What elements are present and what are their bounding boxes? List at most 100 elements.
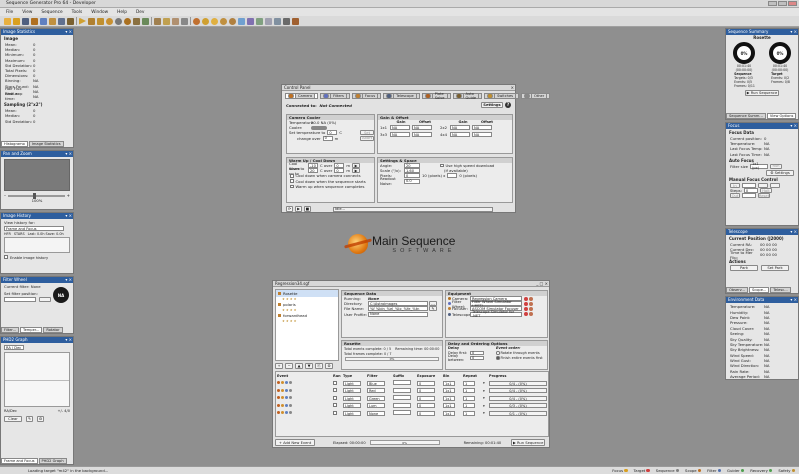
event-repeat-input[interactable]: 1 [463, 395, 475, 401]
menu-sequence[interactable]: Sequence [41, 10, 62, 15]
add-event-button[interactable]: + Add New Event [275, 439, 315, 446]
focus-filter-select[interactable]: 1x1 (px) [749, 162, 768, 170]
focuser-connect-icon[interactable] [524, 306, 528, 311]
event-row[interactable]: Light Red 0 1x1 1 ▾ 0/4 - (0%) [276, 387, 548, 395]
network-icon[interactable] [274, 17, 281, 25]
readout-input[interactable]: 0.0 [404, 178, 420, 184]
close-icon[interactable]: ▾ × [790, 123, 797, 129]
status-item[interactable]: Guider [727, 468, 745, 473]
close-icon[interactable]: ▾ × [790, 297, 797, 303]
event-type-select[interactable]: Light [343, 395, 361, 401]
event-icon[interactable] [285, 388, 288, 392]
cool-connect-checkbox[interactable] [290, 174, 294, 178]
event-icon[interactable] [281, 411, 284, 415]
event-icon[interactable] [277, 403, 280, 407]
event-menu-icon[interactable]: ▾ [483, 381, 485, 385]
pixels-y-input[interactable] [447, 173, 458, 179]
event-icon[interactable] [281, 381, 284, 385]
status-item[interactable]: Target [634, 468, 650, 473]
event-type-select[interactable]: Light [343, 403, 361, 409]
telescope-select[interactable]: Telescope Simulator for .NET [470, 310, 522, 318]
copy-target-button[interactable]: ⎘ [315, 363, 323, 369]
camera-settings-button[interactable]: Settings [481, 102, 503, 108]
tab-other[interactable]: Other [521, 93, 551, 99]
ring-icon[interactable] [229, 17, 236, 25]
moon-icon[interactable] [220, 17, 227, 25]
run-sequence-button[interactable]: ▶ Run Sequence [511, 439, 546, 446]
help-icon[interactable] [292, 17, 299, 25]
close-icon[interactable]: ▾ × [65, 277, 72, 283]
offset-select[interactable]: NA [472, 125, 492, 130]
camera-icon[interactable] [31, 17, 38, 25]
focus-reset-button[interactable]: Reset [758, 193, 770, 199]
event-menu-icon[interactable]: ▾ [483, 396, 485, 400]
frame-icon[interactable] [88, 17, 95, 25]
event-icon[interactable] [289, 381, 292, 385]
park-button[interactable]: Park [730, 264, 758, 271]
guide-icon[interactable] [67, 17, 74, 25]
delay-first-input[interactable]: 0 [470, 350, 484, 356]
event-icon[interactable] [277, 396, 280, 400]
add-target-button[interactable]: + [275, 363, 283, 369]
pencil-icon[interactable] [163, 17, 170, 25]
event-icon[interactable] [277, 381, 280, 385]
focus-out-input[interactable] [742, 193, 756, 199]
cloud-icon[interactable] [265, 17, 272, 25]
histogram-icon[interactable] [247, 17, 254, 25]
event-exposure-input[interactable]: 0 [417, 388, 435, 394]
cooler-toggle[interactable] [311, 125, 327, 130]
tab-switches[interactable]: Switches [484, 93, 520, 99]
event-repeat-input[interactable]: 1 [463, 388, 475, 394]
focus-icon[interactable] [49, 17, 56, 25]
event-row[interactable]: Light Green 0 1x1 1 ▾ 0/4 - (0%) [276, 395, 548, 403]
filter-settings-icon[interactable] [529, 301, 533, 306]
tab-image-statistics[interactable]: Image Statistics [28, 141, 64, 147]
set-park-button[interactable]: Set Park [761, 264, 789, 271]
gain-select[interactable]: NA [390, 125, 410, 130]
close-button[interactable] [788, 1, 797, 6]
play-icon[interactable] [79, 17, 86, 25]
zoom-slider[interactable] [8, 192, 65, 199]
zoom-in-icon[interactable]: + [67, 193, 70, 198]
wand-icon[interactable] [154, 17, 161, 25]
status-item[interactable]: Recovery [750, 468, 773, 473]
menu-help[interactable]: Help [117, 10, 127, 15]
table-icon[interactable] [256, 17, 263, 25]
tab-histogram[interactable]: Histogramo [1, 141, 28, 147]
event-repeat-input[interactable]: 1 [463, 403, 475, 409]
open-icon[interactable] [13, 17, 20, 25]
image-icon[interactable] [142, 17, 149, 25]
event-suffix-input[interactable] [393, 402, 411, 408]
tab-scope[interactable]: Scope... [748, 287, 770, 293]
abort-icon[interactable] [124, 17, 131, 25]
menu-file[interactable]: File [6, 10, 13, 15]
rotate-radio[interactable] [496, 351, 500, 355]
run-checkbox[interactable] [333, 403, 337, 408]
run-checkbox[interactable] [333, 388, 337, 393]
cool-sequence-checkbox[interactable] [290, 179, 294, 183]
phd2-settings-icon[interactable]: ⚙ [37, 416, 44, 422]
zoom-out-icon[interactable]: – [4, 193, 6, 198]
tab-filters[interactable]: Filters [320, 93, 350, 99]
tree-item[interactable]: forwardhead [276, 312, 338, 319]
event-repeat-input[interactable]: 1 [463, 380, 475, 386]
plug-icon[interactable] [283, 17, 290, 25]
event-icon[interactable] [277, 411, 280, 415]
filter-connect-icon[interactable] [524, 301, 528, 306]
camera-settings-icon[interactable] [529, 296, 533, 301]
refresh-button[interactable]: ⟳ [286, 206, 293, 212]
tab-telescope[interactable]: Telescope [383, 93, 420, 99]
event-bin-select[interactable]: 1x1 [443, 380, 455, 386]
event-icon[interactable] [281, 403, 284, 407]
tab-rotator[interactable]: Rotator [43, 327, 63, 333]
move-down-button[interactable]: ▼ [305, 363, 313, 369]
tab-auto-guide[interactable]: Auto Guide [452, 92, 483, 100]
menu-window[interactable]: Window [91, 10, 108, 15]
phd2-mode-select[interactable]: RA \ Dec [4, 345, 24, 350]
close-icon[interactable]: ▾ × [790, 29, 797, 35]
menu-tools[interactable]: Tools [72, 10, 83, 15]
event-icon[interactable] [285, 381, 288, 385]
focus-run-button[interactable]: Run [769, 163, 782, 169]
tab-telescope[interactable]: Telesc... [770, 287, 791, 293]
pan-zoom-preview[interactable] [4, 159, 70, 191]
